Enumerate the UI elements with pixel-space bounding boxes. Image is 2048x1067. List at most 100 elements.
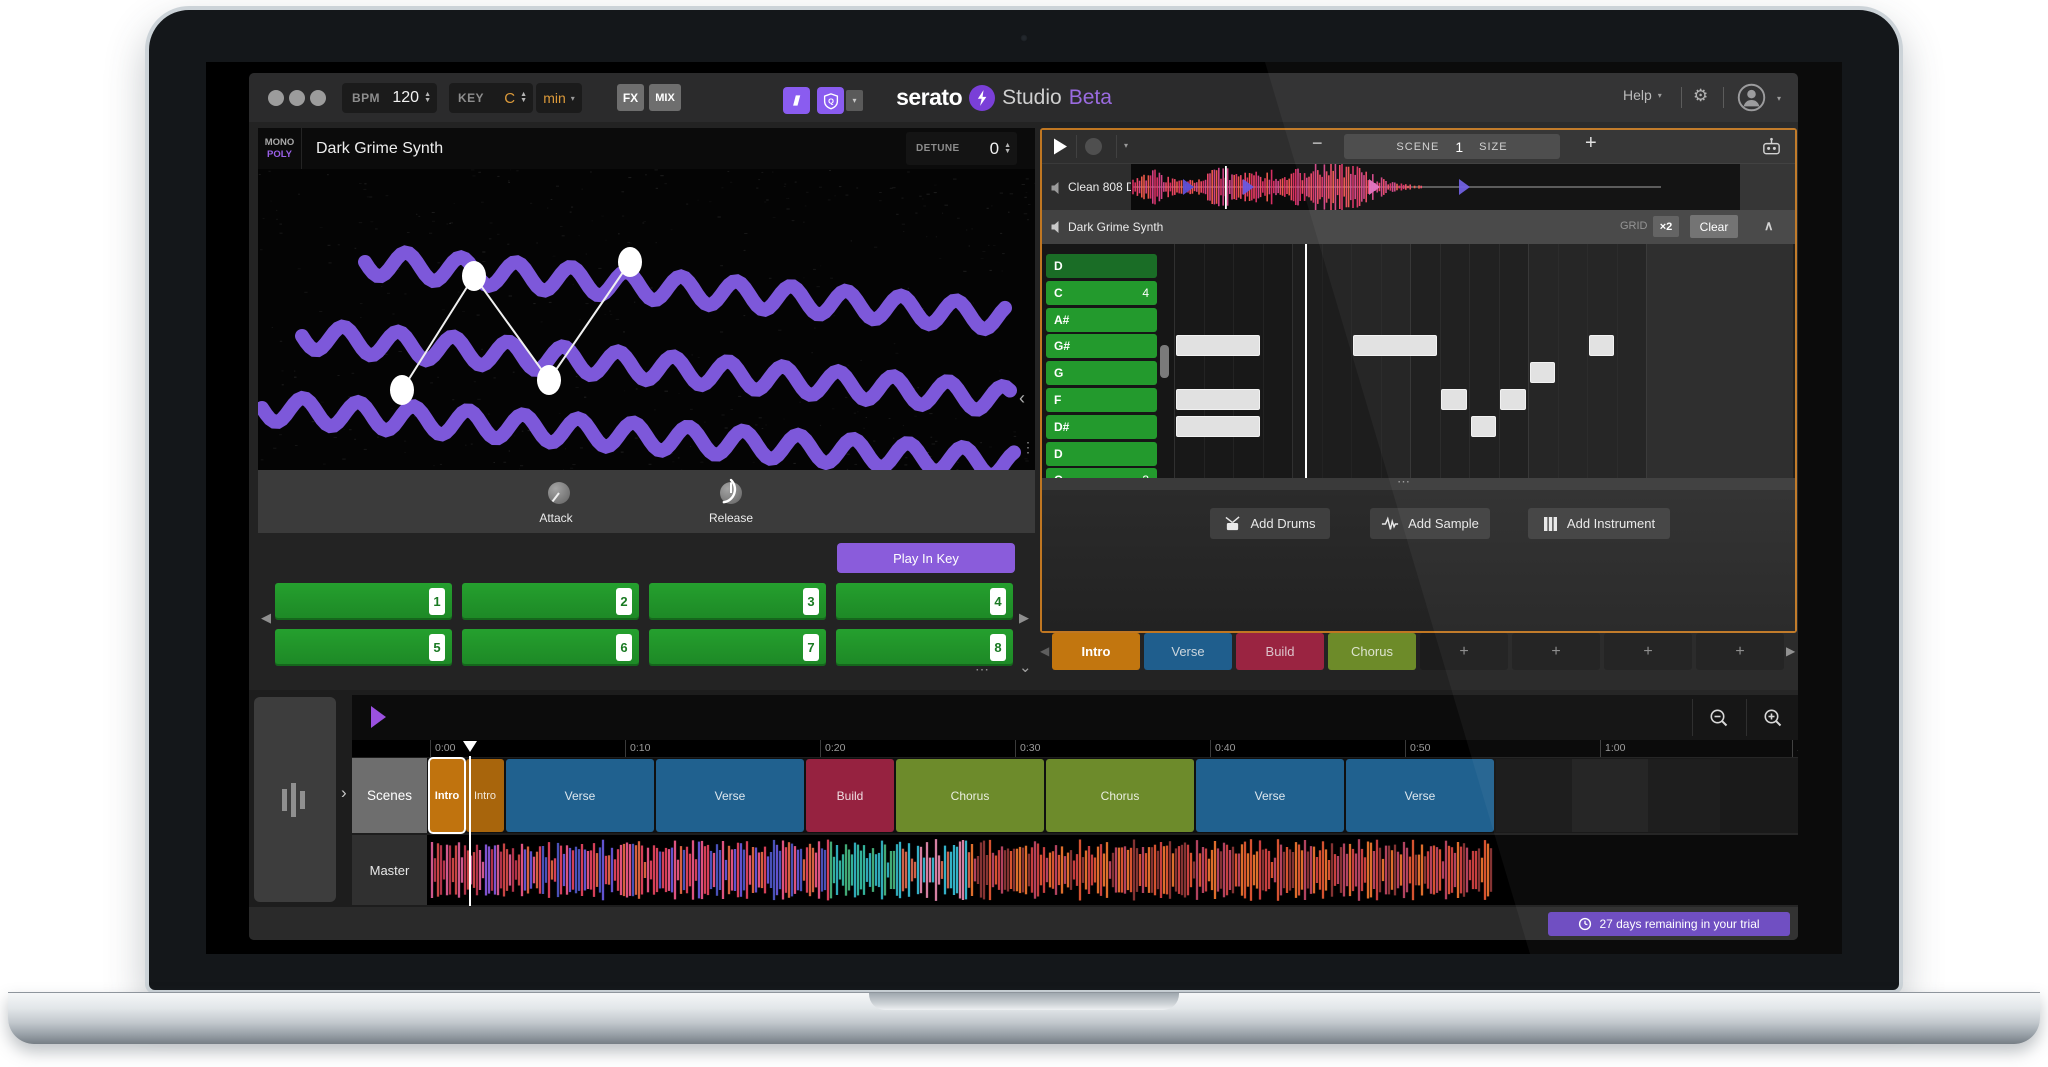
stepper-down-icon[interactable]: ▼ bbox=[520, 98, 527, 104]
grid-cell[interactable] bbox=[1233, 244, 1263, 478]
stepper-down-icon[interactable]: ▼ bbox=[1004, 149, 1011, 155]
grid-cell[interactable] bbox=[1263, 244, 1293, 478]
timeline-block-build[interactable]: Build bbox=[806, 759, 894, 832]
grid-cell[interactable] bbox=[1558, 244, 1588, 478]
midi-note[interactable] bbox=[1441, 389, 1467, 410]
envelope-node[interactable] bbox=[390, 375, 414, 405]
timeline-empty-cell[interactable] bbox=[1572, 759, 1648, 832]
performance-pad[interactable]: 6 bbox=[462, 629, 639, 666]
pads-scroll-left-icon[interactable]: ◀ bbox=[261, 611, 271, 624]
roll-drag-handle-icon[interactable]: ⋯ bbox=[1375, 474, 1435, 490]
autopilot-robot-icon[interactable] bbox=[1760, 135, 1783, 158]
mono-poly-toggle[interactable]: MONO POLY bbox=[258, 128, 302, 169]
grid-cell[interactable] bbox=[1499, 244, 1529, 478]
key-mode-value[interactable]: min bbox=[543, 90, 566, 106]
piano-key-d[interactable]: D bbox=[1046, 254, 1157, 278]
pads-collapse-icon[interactable]: ⌄ bbox=[1019, 658, 1032, 676]
tabs-scroll-left-icon[interactable]: ◀ bbox=[1040, 644, 1049, 658]
midi-note[interactable] bbox=[1176, 389, 1261, 410]
window-control-dot[interactable] bbox=[268, 90, 284, 106]
piano-key-gs[interactable]: G# bbox=[1046, 334, 1157, 358]
timeline-block-verse[interactable]: Verse bbox=[1196, 759, 1344, 832]
scene-size-decrease-icon[interactable]: − bbox=[1312, 133, 1323, 154]
transport-dropdown-icon[interactable]: ▾ bbox=[1124, 141, 1128, 150]
play-in-key-button[interactable]: Play In Key bbox=[837, 543, 1015, 573]
rail-expand-icon[interactable]: › bbox=[341, 783, 347, 803]
quantize-shield-button[interactable]: Q bbox=[817, 87, 844, 114]
bpm-control[interactable]: BPM 120 ▲ ▼ bbox=[342, 83, 437, 113]
grid-cell[interactable] bbox=[1410, 244, 1440, 478]
piano-roll-scroll-strip[interactable]: ⋯ bbox=[1042, 478, 1795, 490]
keys-scrollbar-thumb[interactable] bbox=[1160, 345, 1169, 378]
track-row-synth[interactable]: Dark Grime Synth GRID ×2 Clear ∧ bbox=[1042, 210, 1795, 244]
practice-mode-button[interactable] bbox=[783, 87, 810, 114]
grid-cell[interactable] bbox=[1528, 244, 1558, 478]
timeline-block-verse[interactable]: Verse bbox=[1346, 759, 1494, 832]
pads-drag-handle-icon[interactable]: ⋯ bbox=[975, 661, 992, 678]
collapse-track-icon[interactable]: ∧ bbox=[1764, 218, 1774, 234]
next-bar-area[interactable] bbox=[1646, 244, 1793, 478]
performance-pad[interactable]: 2 bbox=[462, 583, 639, 620]
zoom-in-button[interactable] bbox=[1746, 699, 1798, 736]
grid-cell[interactable] bbox=[1469, 244, 1499, 478]
scene-tab-verse[interactable]: Verse bbox=[1144, 633, 1232, 670]
attack-knob[interactable] bbox=[544, 478, 574, 508]
bpm-value[interactable]: 120 bbox=[392, 89, 419, 107]
grid-cell[interactable] bbox=[1440, 244, 1470, 478]
settings-gear-icon[interactable]: ⚙ bbox=[1693, 86, 1708, 106]
piano-key-ds[interactable]: D# bbox=[1046, 415, 1157, 439]
grid-cell[interactable] bbox=[1617, 244, 1647, 478]
performance-pad[interactable]: 4 bbox=[836, 583, 1013, 620]
timeline-block-verse[interactable]: Verse bbox=[506, 759, 654, 832]
grid-cell[interactable] bbox=[1351, 244, 1381, 478]
envelope-node[interactable] bbox=[618, 247, 642, 277]
midi-note[interactable] bbox=[1176, 335, 1261, 356]
release-knob[interactable] bbox=[714, 476, 748, 510]
play-icon[interactable] bbox=[1052, 137, 1068, 156]
timeline-block-verse[interactable]: Verse bbox=[656, 759, 804, 832]
panel-collapse-icon[interactable]: ‹ bbox=[1019, 388, 1025, 409]
master-waveform[interactable] bbox=[430, 835, 1798, 905]
help-label[interactable]: Help bbox=[1623, 87, 1652, 103]
drum-track-waveform[interactable] bbox=[1131, 164, 1740, 211]
window-control-dot[interactable] bbox=[289, 90, 305, 106]
panel-drag-handle-icon[interactable]: ⋮ bbox=[1021, 439, 1035, 456]
piano-key-c[interactable]: C3 bbox=[1046, 468, 1157, 478]
timeline-rail[interactable] bbox=[254, 697, 336, 902]
performance-pad[interactable]: 1 bbox=[275, 583, 452, 620]
piano-key-d[interactable]: D bbox=[1046, 442, 1157, 466]
piano-roll[interactable]: DC4A#G#GFD#DC3 bbox=[1042, 244, 1795, 478]
add-drums-button[interactable]: Add Drums bbox=[1210, 508, 1330, 539]
track-name[interactable]: Dark Grime Synth bbox=[1068, 210, 1163, 244]
performance-pad[interactable]: 3 bbox=[649, 583, 826, 620]
mono-label[interactable]: MONO bbox=[265, 137, 295, 148]
user-avatar-icon[interactable] bbox=[1737, 83, 1766, 117]
key-control[interactable]: KEY C ▲ ▼ bbox=[449, 83, 533, 113]
record-icon[interactable] bbox=[1085, 138, 1102, 155]
piano-key-f[interactable]: F bbox=[1046, 388, 1157, 412]
timeline-block-intro[interactable]: Intro bbox=[430, 759, 464, 832]
speaker-icon[interactable] bbox=[1050, 181, 1064, 195]
midi-note[interactable] bbox=[1500, 389, 1526, 410]
midi-note[interactable] bbox=[1530, 362, 1556, 383]
window-control-dot[interactable] bbox=[310, 90, 326, 106]
track-row-drums[interactable]: Clean 808 Drum… bbox=[1042, 163, 1795, 210]
clear-button[interactable]: Clear bbox=[1690, 215, 1738, 238]
midi-note[interactable] bbox=[1471, 416, 1497, 437]
piano-key-as[interactable]: A# bbox=[1046, 308, 1157, 332]
scene-tab-add[interactable]: + bbox=[1696, 633, 1784, 670]
grid-cell[interactable] bbox=[1322, 244, 1352, 478]
timeline-block-chorus[interactable]: Chorus bbox=[1046, 759, 1194, 832]
midi-note[interactable] bbox=[1353, 335, 1438, 356]
stepper-down-icon[interactable]: ▼ bbox=[424, 98, 431, 104]
scene-size-increase-icon[interactable]: + bbox=[1585, 132, 1597, 155]
grid-multiplier-button[interactable]: ×2 bbox=[1653, 216, 1679, 237]
grid-cell[interactable] bbox=[1204, 244, 1234, 478]
bpm-stepper[interactable]: ▲ ▼ bbox=[424, 92, 431, 104]
midi-note[interactable] bbox=[1589, 335, 1615, 356]
envelope-node[interactable] bbox=[462, 261, 486, 291]
scene-tab-intro[interactable]: Intro bbox=[1052, 633, 1140, 670]
scene-tab-add[interactable]: + bbox=[1420, 633, 1508, 670]
performance-pad[interactable]: 5 bbox=[275, 629, 452, 666]
add-instrument-button[interactable]: Add Instrument bbox=[1528, 508, 1670, 539]
